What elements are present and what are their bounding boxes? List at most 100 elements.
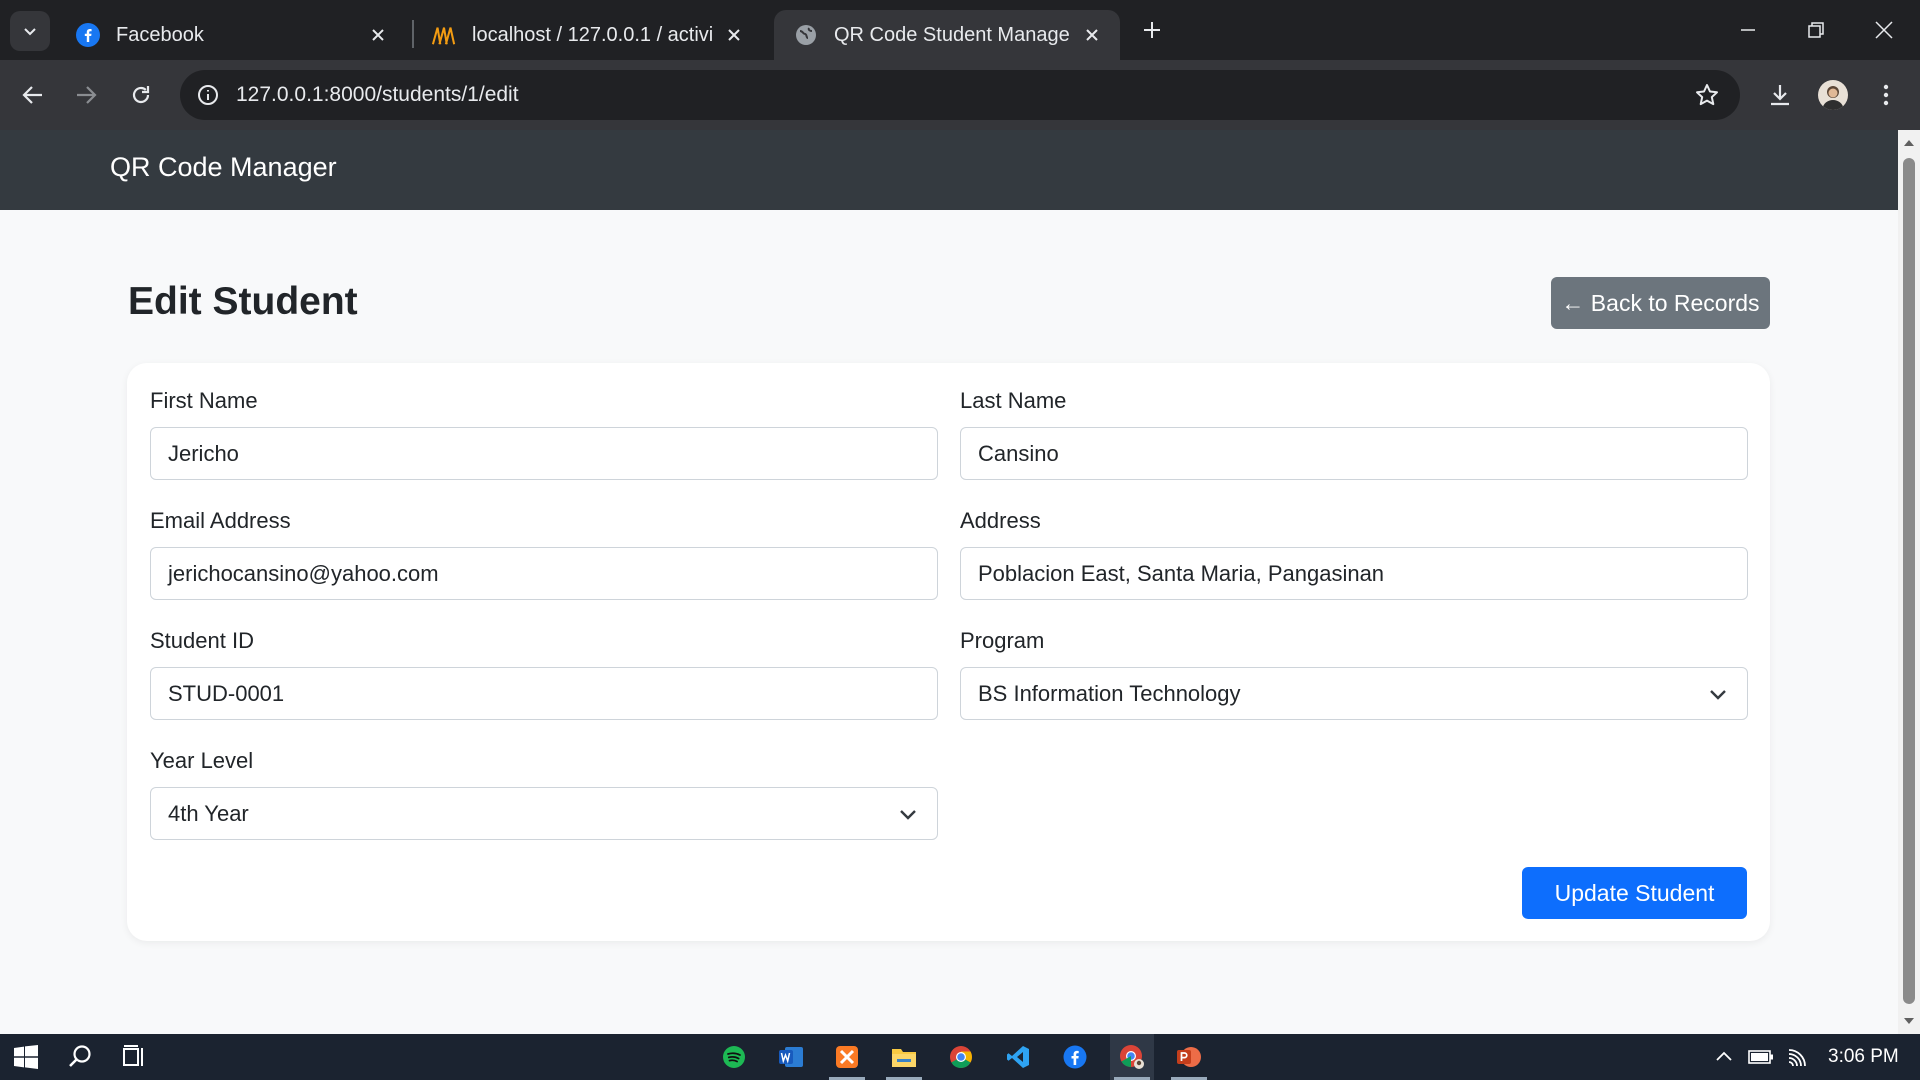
- first-name-label: First Name: [150, 388, 258, 413]
- chevron-down-icon: [24, 28, 36, 36]
- wifi-status[interactable]: [1784, 1042, 1814, 1072]
- plus-icon: [1144, 22, 1160, 38]
- close-tab-icon[interactable]: [366, 23, 390, 47]
- windows-logo-icon: [14, 1045, 38, 1069]
- taskbar-xampp[interactable]: [825, 1034, 869, 1080]
- taskbar-chrome[interactable]: [939, 1034, 983, 1080]
- chrome-profile-icon: [1120, 1045, 1144, 1069]
- app-navbar: QR Code Manager: [0, 130, 1898, 210]
- browser-tab-strip: Facebook localhost / 127.0.0.1 / activit…: [0, 0, 1920, 60]
- student-id-label: Student ID: [150, 628, 254, 653]
- taskbar-word[interactable]: [769, 1034, 813, 1080]
- taskbar-chrome-profile[interactable]: [1110, 1034, 1154, 1080]
- reload-icon: [132, 86, 150, 104]
- address-value: Poblacion East, Santa Maria, Pangasinan: [978, 560, 1385, 586]
- battery-icon: [1748, 1050, 1773, 1064]
- taskbar-facebook[interactable]: [1053, 1034, 1097, 1080]
- email-value: jerichocansino@yahoo.com: [168, 560, 439, 586]
- profile-avatar[interactable]: [1818, 80, 1848, 110]
- taskbar-file-explorer[interactable]: [882, 1034, 926, 1080]
- windows-taskbar: 3:06 PM: [0, 1034, 1920, 1080]
- restore-icon: [1808, 22, 1824, 38]
- tab-title: QR Code Student Management: [834, 23, 1070, 46]
- taskbar-clock[interactable]: 3:06 PM: [1828, 1046, 1899, 1068]
- tab-facebook[interactable]: Facebook: [56, 10, 406, 60]
- navbar-brand[interactable]: QR Code Manager: [110, 152, 337, 183]
- page-title: Edit Student: [128, 280, 358, 323]
- page-viewport: QR Code Manager Edit Student ← Back to R…: [0, 130, 1898, 1034]
- year-level-selected-value: 4th Year: [168, 800, 249, 826]
- task-view-button[interactable]: [112, 1034, 156, 1080]
- url-text[interactable]: 127.0.0.1:8000/students/1/edit: [236, 83, 519, 107]
- reload-button[interactable]: [121, 75, 161, 115]
- last-name-field[interactable]: Cansino: [960, 427, 1748, 480]
- facebook-icon: [1063, 1045, 1087, 1069]
- tab-search-button[interactable]: [10, 11, 50, 51]
- scroll-up-arrow-icon[interactable]: [1902, 136, 1916, 150]
- address-label: Address: [960, 508, 1041, 533]
- facebook-icon: [76, 23, 100, 47]
- tab-phpmyadmin[interactable]: localhost / 127.0.0.1 / activity3_: [412, 10, 762, 60]
- close-window-button[interactable]: [1854, 6, 1914, 54]
- downloads-button[interactable]: [1760, 75, 1800, 115]
- download-icon: [1771, 85, 1789, 106]
- page-scrollbar[interactable]: [1898, 130, 1920, 1034]
- update-student-button[interactable]: Update Student: [1522, 867, 1747, 919]
- spotify-icon: [723, 1046, 745, 1068]
- taskbar-search-button[interactable]: [58, 1034, 102, 1080]
- arrow-right-icon: [77, 86, 97, 104]
- task-view-icon: [123, 1045, 143, 1066]
- student-id-field[interactable]: STUD-0001: [150, 667, 938, 720]
- new-tab-button[interactable]: [1136, 14, 1168, 46]
- email-label: Email Address: [150, 508, 291, 533]
- vscode-icon: [1007, 1046, 1029, 1068]
- phpmyadmin-icon: [432, 23, 456, 47]
- chevron-up-icon: [1716, 1051, 1732, 1061]
- email-field[interactable]: jerichocansino@yahoo.com: [150, 547, 938, 600]
- windows-start-button[interactable]: [4, 1034, 48, 1080]
- restore-button[interactable]: [1786, 6, 1846, 54]
- close-tab-icon[interactable]: [722, 23, 746, 47]
- back-nav-button[interactable]: [13, 75, 53, 115]
- program-label: Program: [960, 628, 1045, 653]
- close-icon: [1875, 21, 1893, 39]
- last-name-value: Cansino: [978, 440, 1059, 466]
- bookmark-star-icon[interactable]: [1692, 80, 1722, 110]
- year-level-select[interactable]: 4th Year: [150, 787, 938, 840]
- scroll-down-arrow-icon[interactable]: [1902, 1014, 1916, 1028]
- arrow-left-icon: [22, 86, 42, 104]
- wifi-icon: [1788, 1049, 1806, 1067]
- browser-menu-button[interactable]: [1866, 75, 1906, 115]
- taskbar-spotify[interactable]: [712, 1034, 756, 1080]
- last-name-label: Last Name: [960, 388, 1067, 413]
- chevron-down-icon: [900, 810, 916, 820]
- scrollbar-thumb[interactable]: [1903, 158, 1915, 1004]
- chrome-icon: [950, 1046, 972, 1068]
- back-to-records-button[interactable]: ← Back to Records: [1551, 277, 1770, 329]
- year-level-label: Year Level: [150, 748, 254, 773]
- first-name-value: Jericho: [168, 440, 239, 466]
- minimize-icon: [1741, 29, 1755, 31]
- close-tab-icon[interactable]: [1080, 23, 1104, 47]
- show-hidden-icons-button[interactable]: [1709, 1042, 1739, 1072]
- tab-title: localhost / 127.0.0.1 / activity3_: [472, 23, 712, 46]
- student-id-value: STUD-0001: [168, 680, 285, 706]
- site-info-icon[interactable]: [192, 79, 224, 111]
- address-field[interactable]: Poblacion East, Santa Maria, Pangasinan: [960, 547, 1748, 600]
- search-icon: [69, 1045, 91, 1067]
- program-selected-value: BS Information Technology: [978, 680, 1241, 706]
- word-icon: [779, 1047, 803, 1067]
- taskbar-powerpoint[interactable]: [1167, 1034, 1211, 1080]
- edit-student-form: First Name Jericho Last Name Cansino Ema…: [127, 363, 1770, 941]
- xampp-icon: [836, 1046, 858, 1068]
- chevron-down-icon: [1710, 690, 1726, 700]
- first-name-field[interactable]: Jericho: [150, 427, 938, 480]
- minimize-button[interactable]: [1718, 6, 1778, 54]
- taskbar-vscode[interactable]: [996, 1034, 1040, 1080]
- battery-status[interactable]: [1746, 1042, 1776, 1072]
- program-select[interactable]: BS Information Technology: [960, 667, 1748, 720]
- tab-title: Facebook: [116, 23, 204, 46]
- forward-nav-button[interactable]: [66, 75, 106, 115]
- tab-qr-student-management[interactable]: QR Code Student Management: [774, 10, 1120, 60]
- address-bar[interactable]: 127.0.0.1:8000/students/1/edit: [180, 70, 1740, 120]
